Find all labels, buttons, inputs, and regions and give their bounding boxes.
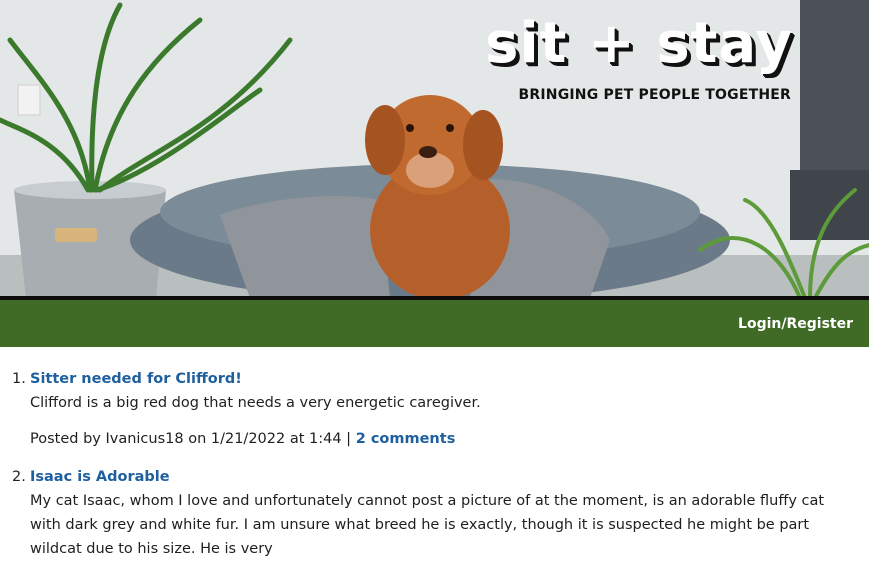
hero-banner: sit + stay BRINGING PET PEOPLE TOGETHER: [0, 0, 869, 300]
site-tagline: BRINGING PET PEOPLE TOGETHER: [518, 87, 791, 103]
top-navbar: Login/Register: [0, 300, 869, 347]
post-body: Clifford is a big red dog that needs a v…: [30, 395, 481, 411]
post-number: 1.: [12, 371, 26, 387]
site-title: sit + stay: [485, 11, 793, 76]
post-byline: Posted by Ivanicus18 on 1/21/2022 at 1:4…: [30, 431, 352, 447]
comments-link[interactable]: 2 comments: [356, 431, 456, 447]
hero-divider: [0, 296, 869, 300]
post-list: 1. Sitter needed for Clifford! Clifford …: [0, 347, 869, 561]
post-number: 2.: [12, 469, 26, 485]
post-body: My cat Isaac, whom I love and unfortunat…: [30, 493, 825, 557]
login-register-link[interactable]: Login/Register: [738, 316, 853, 332]
list-item: 2. Isaac is Adorable My cat Isaac, whom …: [12, 465, 835, 561]
post-meta: Posted by Ivanicus18 on 1/21/2022 at 1:4…: [30, 427, 835, 451]
post-title-link[interactable]: Sitter needed for Clifford!: [30, 371, 242, 387]
post-title-link[interactable]: Isaac is Adorable: [30, 469, 170, 485]
list-item: 1. Sitter needed for Clifford! Clifford …: [12, 367, 835, 451]
